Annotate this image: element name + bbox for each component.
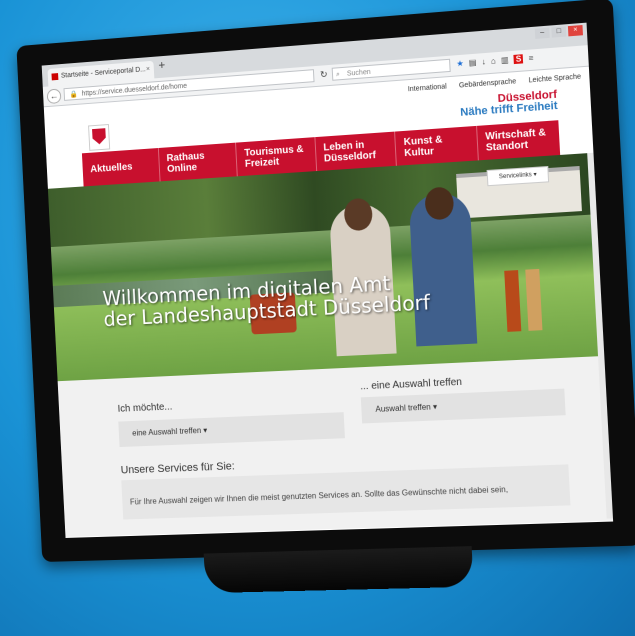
brand-logo[interactable]: Düsseldorf Nähe trifft Freiheit	[459, 89, 558, 119]
auswahl-select[interactable]: Auswahl treffen ▾	[360, 388, 566, 424]
window-controls: – □ ×	[534, 25, 583, 39]
close-window-button[interactable]: ×	[567, 25, 583, 37]
ich-moechte-select[interactable]: eine Auswahl treffen ▾	[118, 412, 345, 448]
menu-icon[interactable]: ≡	[528, 53, 533, 63]
reload-icon[interactable]: ↻	[320, 69, 328, 81]
menu-item-kunst[interactable]: Kunst & Kultur	[395, 125, 479, 166]
link-international[interactable]: International	[408, 83, 447, 93]
reading-list-icon[interactable]: ▤	[469, 58, 477, 68]
hero-bottles	[504, 268, 543, 332]
menu-item-leben[interactable]: Leben in Düsseldorf	[314, 131, 397, 172]
menu-item-wirtschaft[interactable]: Wirtschaft & Standort	[477, 120, 561, 160]
menu-item-tourismus[interactable]: Tourismus & Freizeit	[236, 137, 317, 177]
hero-person-right	[408, 186, 478, 347]
search-placeholder: Suchen	[346, 68, 371, 78]
link-gebaerdensprache[interactable]: Gebärdensprache	[459, 78, 517, 89]
bookmark-star-icon[interactable]: ★	[456, 59, 464, 69]
url-text: https://service.duesseldorf.de/home	[81, 82, 188, 98]
library-icon[interactable]: ▥	[501, 55, 509, 65]
home-icon[interactable]: ⌂	[491, 56, 496, 66]
city-crest-logo[interactable]	[88, 124, 111, 151]
extension-s-icon[interactable]: S	[513, 54, 524, 65]
monitor: Startseite - Serviceportal D... × + – □ …	[16, 0, 635, 594]
auswahl-label: ... eine Auswahl treffen	[359, 376, 463, 393]
lock-icon: 🔒	[69, 91, 78, 99]
screen: Startseite - Serviceportal D... × + – □ …	[41, 22, 614, 538]
maximize-button[interactable]: □	[551, 26, 567, 38]
services-text: Für Ihre Auswahl zeigen wir Ihnen die me…	[129, 484, 509, 507]
menu-item-rathaus-online[interactable]: Rathaus Online	[158, 142, 238, 182]
favicon-icon	[51, 73, 59, 81]
website: International Gebärdensprache Leichte Sp…	[44, 67, 614, 537]
new-tab-button[interactable]: +	[158, 58, 165, 72]
tab-title: Startseite - Serviceportal D...	[60, 66, 146, 80]
monitor-bezel: Startseite - Serviceportal D... × + – □ …	[16, 0, 635, 563]
toolbar-icons: ★ ▤ ↓ ⌂ ▥ S ≡	[456, 53, 533, 68]
hero-image: Servicelinks ▾ Willkommen im digitalen A…	[47, 152, 605, 382]
search-icon: ⌕	[335, 71, 341, 79]
monitor-stand	[203, 546, 474, 594]
back-button[interactable]: ←	[46, 88, 62, 105]
link-leichte-sprache[interactable]: Leichte Sprache	[528, 73, 581, 84]
ich-moechte-label: Ich möchte...	[117, 401, 173, 415]
download-icon[interactable]: ↓	[481, 57, 486, 66]
menu-item-aktuelles[interactable]: Aktuelles	[81, 148, 161, 187]
service-finder: Ich möchte... eine Auswahl treffen ▾ ...…	[57, 355, 614, 537]
minimize-button[interactable]: –	[534, 27, 550, 39]
tab-close-icon[interactable]: ×	[146, 61, 151, 79]
services-title: Unsere Services für Sie:	[120, 460, 236, 477]
